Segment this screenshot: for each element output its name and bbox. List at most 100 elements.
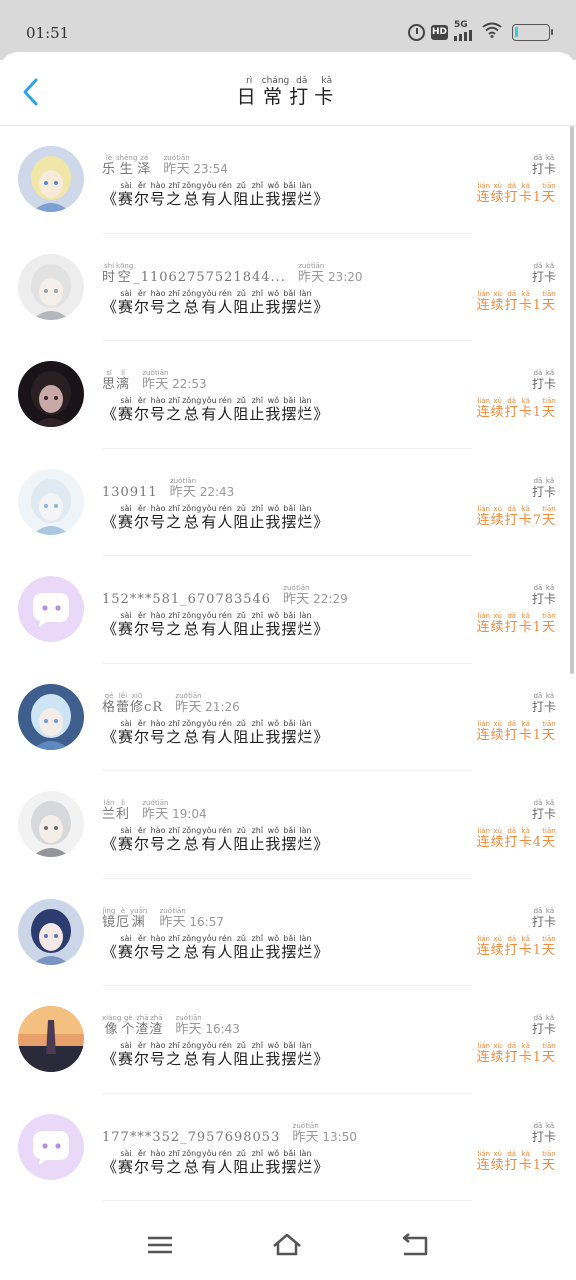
streak-char: 打dǎ (504, 1149, 519, 1173)
user-name[interactable]: 兰lán利lì (102, 799, 130, 822)
streak-char: 连lián (476, 182, 491, 205)
streak-days: 1 (532, 727, 542, 743)
punch-label: 打dǎ卡kǎ (532, 369, 556, 392)
content-char: 号hào (150, 718, 167, 746)
hd-icon: HD (431, 24, 448, 40)
streak-char: 连lián (476, 934, 491, 958)
scrollbar[interactable] (570, 126, 574, 674)
checkin-row[interactable]: 177***352_7957698053 昨zuó天tiān 13:50 《赛sài… (0, 1094, 576, 1201)
avatar[interactable] (18, 468, 84, 535)
content-char: 阻zǔ (233, 611, 250, 638)
streak-char: 打dǎ (504, 719, 519, 743)
checkin-time: 13:50 (318, 1129, 357, 1144)
content-char: 烂làn (297, 396, 314, 423)
punch-char: 打dǎ (531, 691, 544, 714)
streak-char: 卡kǎ (518, 934, 533, 958)
content-char: 有yǒu (201, 288, 218, 316)
checkin-row[interactable]: 乐lè生shēng泽zé昨zuó天tiān 23:54 《赛sài尔ěr号hào之… (0, 126, 576, 234)
user-name[interactable]: 思sī漓lí (102, 369, 131, 392)
content-char: 人rén (217, 396, 234, 423)
content-char: 人rén (217, 611, 234, 638)
checkin-row[interactable]: 兰lán利lì昨zuó天tiān 19:04 《赛sài尔ěr号hào之zhī总z… (0, 771, 576, 879)
content-char: 》 (313, 190, 330, 208)
content-char: 止zhǐ (249, 288, 266, 316)
content-char: 之zhī (166, 826, 183, 853)
user-name[interactable]: 乐lè生shēng泽zé (102, 154, 151, 177)
content-char: 止zhǐ (249, 1148, 266, 1176)
user-name[interactable]: 130911 (102, 485, 158, 500)
content-char: 之zhī (166, 718, 183, 746)
home-icon (273, 1233, 301, 1256)
avatar[interactable] (18, 898, 84, 965)
avatar[interactable] (18, 576, 84, 642)
content-char: 尔ěr (134, 396, 151, 423)
checkin-row[interactable]: 时shí空kōng_11062757521844... 昨zuó天tiān 23:… (0, 234, 576, 341)
user-name[interactable]: 像xiàng个gè渣zhā渣zhā (102, 1014, 163, 1037)
yesterday-label: 昨zuó天tiān (170, 477, 196, 500)
user-name-char: 生shēng (116, 154, 138, 177)
content-char: 止zhǐ (249, 503, 266, 531)
avatar[interactable] (18, 361, 84, 427)
content-char: 人rén (217, 718, 234, 746)
user-name[interactable]: 177***352_7957698053 (102, 1130, 280, 1145)
avatar[interactable] (18, 146, 84, 212)
avatar[interactable] (18, 253, 84, 320)
content-char: 摆bǎi (281, 503, 298, 531)
content-char: 《 (102, 297, 119, 316)
content-char: 我wǒ (265, 826, 282, 853)
yesterday-char: 天tiān (310, 261, 325, 285)
content-char: 人rén (217, 1041, 234, 1068)
avatar[interactable] (18, 1113, 84, 1180)
user-name-char: _11062757521844... (133, 269, 286, 285)
back-nav-button[interactable] (398, 1230, 432, 1260)
avatar[interactable] (18, 683, 84, 750)
streak-days: 1 (532, 942, 542, 958)
checkin-row[interactable]: 像xiàng个gè渣zhā渣zhā昨zuó天tiān 16:43 《赛sài尔ěr… (0, 986, 576, 1094)
user-name[interactable]: 镜jìng厄è渊yuān (102, 906, 147, 930)
status-time: 01:51 (26, 24, 70, 42)
user-name-char: 渣zhā (135, 1014, 150, 1037)
checkin-row[interactable]: 思sī漓lí昨zuó天tiān 22:53 《赛sài尔ěr号hào之zhī总zǒ… (0, 341, 576, 449)
content-char: 摆bǎi (281, 718, 298, 746)
content-char: 总zǒng (182, 826, 202, 853)
content-char: 止zhǐ (249, 181, 266, 208)
content-char: 摆bǎi (281, 826, 298, 853)
user-name-char: 厄è (116, 906, 131, 930)
yesterday-char: 天tiān (155, 799, 169, 822)
checkin-row[interactable]: 格gé蕾lěi修xiūcR 昨zuó天tiān 21:26 《赛sài尔ěr号hào… (0, 664, 576, 771)
back-nav-icon (402, 1233, 428, 1256)
content-char: 有yǒu (201, 611, 218, 638)
home-button[interactable] (270, 1230, 304, 1260)
avatar[interactable] (18, 791, 84, 857)
user-name-char: 像xiàng (102, 1014, 122, 1037)
menu-button[interactable] (143, 1230, 177, 1260)
streak-days: 1 (532, 1050, 542, 1065)
user-name-char: cR (144, 699, 164, 715)
content-char: 》 (313, 512, 330, 531)
avatar[interactable] (18, 1006, 84, 1072)
checkin-row[interactable]: 130911 昨zuó天tiān 22:43 《赛sài尔ěr号hào之zhī总zǒ… (0, 449, 576, 556)
content-char: 》 (313, 620, 330, 638)
checkin-row[interactable]: 152***581_670783546 昨zuó天tiān 22:29 《赛sài尔… (0, 556, 576, 664)
content-char: 止zhǐ (249, 718, 266, 746)
user-meta: 像xiàng个gè渣zhā渣zhā昨zuó天tiān 16:43 (102, 1014, 240, 1037)
streak-char: 续xù (490, 1149, 505, 1173)
content-char: 总zǒng (182, 611, 202, 638)
yesterday-char: 天tiān (155, 369, 169, 392)
content-char: 总zǒng (182, 933, 202, 961)
content-char: 烂làn (297, 288, 314, 316)
content-char: 赛sài (118, 1148, 135, 1176)
user-name[interactable]: 152***581_670783546 (102, 592, 271, 607)
user-name[interactable]: 时shí空kōng_11062757521844... (102, 262, 286, 285)
content-char: 总zǒng (182, 288, 202, 316)
content-char: 人rén (217, 826, 234, 853)
user-name-char: 漓lí (116, 369, 131, 392)
content-char: 人rén (217, 933, 234, 961)
streak-char: 续xù (490, 504, 505, 528)
content-char: 《 (102, 1050, 119, 1068)
user-meta: 镜jìng厄è渊yuān 昨zuó天tiān 16:57 (102, 907, 224, 930)
content-char: 烂làn (297, 503, 314, 531)
user-name[interactable]: 格gé蕾lěi修xiūcR (102, 692, 164, 715)
checkin-row[interactable]: 镜jìng厄è渊yuān昨zuó天tiān 16:57 《赛sài尔ěr号hào之… (0, 879, 576, 986)
checkin-content: 《赛sài尔ěr号hào之zhī总zǒng有yǒu人rén阻zǔ止zhǐ我wǒ摆… (102, 289, 329, 317)
